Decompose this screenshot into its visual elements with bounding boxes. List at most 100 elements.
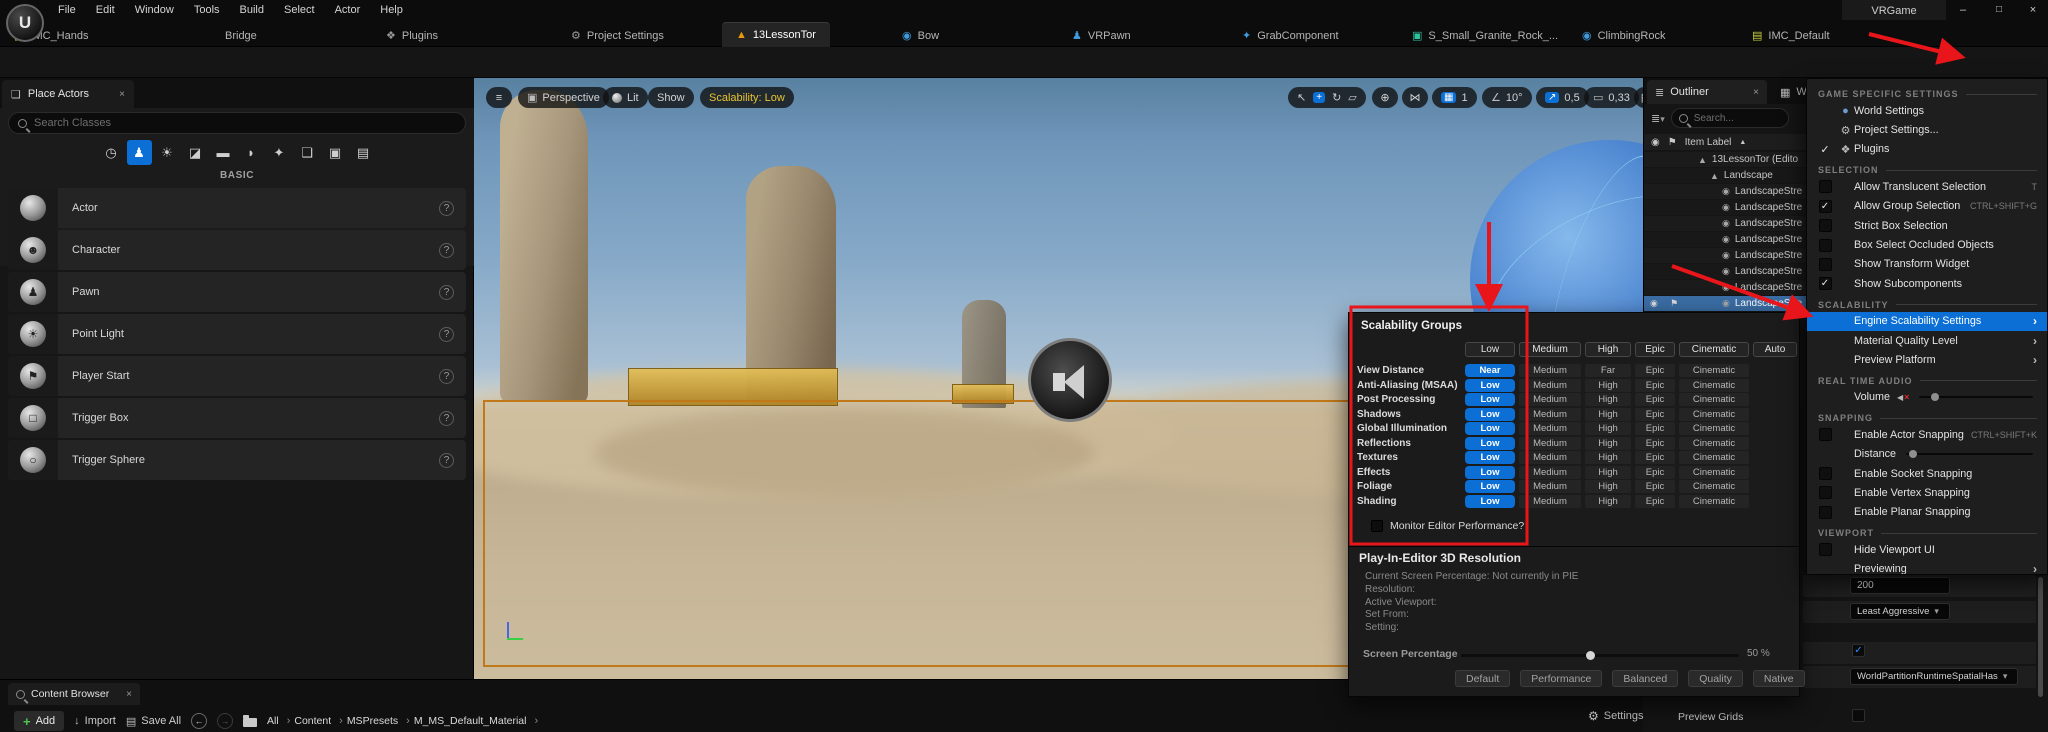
scalability-cell[interactable]: Epic — [1635, 407, 1675, 421]
place-actor-item[interactable]: ○ Trigger Sphere ? — [8, 440, 466, 480]
move-tool-icon[interactable]: + — [1313, 92, 1326, 103]
settings-menu-item[interactable]: ✓ Enable Actor Snapping × CTRL+SHIFT+K — [1807, 425, 2047, 444]
world-space-toggle[interactable]: ⊕ — [1372, 87, 1398, 108]
scalability-cell[interactable]: Medium — [1519, 436, 1581, 450]
checkbox[interactable] — [1818, 486, 1832, 500]
outliner-search-input[interactable]: Search... — [1670, 108, 1789, 128]
document-tab[interactable]: ▣ S_Small_Granite_Rock_... — [1398, 24, 1572, 47]
scalability-cell[interactable]: High — [1585, 407, 1631, 421]
scalability-cell[interactable]: Epic — [1635, 480, 1675, 493]
scalability-cell[interactable]: Epic — [1635, 451, 1675, 464]
visibility-column-icon[interactable]: ◉ — [1651, 137, 1660, 148]
outliner-tab[interactable]: ≣ Outliner × — [1647, 80, 1767, 104]
checkbox[interactable] — [1818, 180, 1832, 194]
scalability-cell[interactable]: Low — [1465, 436, 1515, 450]
eye-icon[interactable] — [1650, 298, 1658, 309]
menu-item[interactable]: Window — [125, 0, 184, 20]
scalability-cell[interactable]: High — [1585, 378, 1631, 392]
scalability-cell[interactable]: Cinematic — [1679, 465, 1749, 479]
menu-item[interactable]: Tools — [184, 0, 230, 20]
help-icon[interactable]: ? — [439, 452, 454, 468]
checkbox[interactable] — [1818, 277, 1832, 291]
scalability-preset-button[interactable]: Low — [1465, 342, 1515, 357]
lit-mode-dropdown[interactable]: Lit — [603, 87, 648, 108]
viewport-menu-button[interactable]: ≡ — [486, 87, 512, 108]
monitor-performance-row[interactable]: Monitor Editor Performance? — [1371, 520, 1524, 532]
scalability-cell[interactable]: Medium — [1519, 407, 1581, 421]
settings-menu-item[interactable]: ✓ Engine Scalability Settings × — [1807, 311, 2047, 331]
checkbox[interactable] — [1818, 199, 1832, 213]
settings-menu-item[interactable]: ✓ Show Transform Widget × — [1807, 255, 2047, 274]
scalability-cell[interactable]: High — [1585, 465, 1631, 479]
checkbox[interactable] — [1818, 257, 1832, 271]
checkbox[interactable] — [1818, 428, 1832, 442]
checkbox-empty[interactable] — [1371, 520, 1383, 532]
pin-column-icon[interactable]: ⚑ — [1668, 137, 1677, 148]
settings-menu-item[interactable]: ✓ Box Select Occluded Objects × — [1807, 235, 2047, 254]
document-tab[interactable]: ❖ Plugins — [372, 24, 452, 47]
place-actors-tab[interactable]: ❏ Place Actors × — [2, 80, 134, 108]
settings-menu-item[interactable]: ✓ ● World Settings × — [1807, 101, 2047, 120]
settings-menu-item[interactable]: ✓ Allow Translucent Selection × T — [1807, 177, 2047, 196]
pie-preset-button[interactable]: Default — [1455, 670, 1511, 687]
scalability-cell[interactable]: Epic — [1635, 494, 1675, 508]
scale-snap-control[interactable]: ↗ 0,5 — [1536, 87, 1589, 108]
scalability-cell[interactable]: Epic — [1635, 364, 1675, 377]
scalability-cell[interactable]: Medium — [1519, 393, 1581, 406]
transform-gizmo[interactable] — [503, 622, 527, 646]
scale-tool-icon[interactable]: ▱ — [1348, 91, 1356, 104]
place-actor-item[interactable]: □ Trigger Box ? — [8, 398, 466, 438]
scalability-cell[interactable]: Low — [1465, 393, 1515, 406]
forward-button[interactable]: → — [217, 713, 234, 729]
checkbox[interactable] — [1818, 505, 1832, 519]
unreal-logo-icon[interactable]: U — [6, 4, 44, 42]
add-button[interactable]: Add — [14, 711, 65, 731]
close-icon[interactable]: × — [126, 689, 132, 700]
settings-menu-item[interactable]: ✓ Volume × — [1807, 388, 2047, 407]
world-partition-dropdown[interactable]: WorldPartitionRuntimeSpatialHas ▾ — [1850, 668, 2018, 685]
scalability-cell[interactable]: Low — [1465, 378, 1515, 392]
scalability-cell[interactable]: Low — [1465, 465, 1515, 479]
actor-category-button[interactable]: ▣ — [323, 140, 348, 165]
scalability-cell[interactable]: High — [1585, 422, 1631, 435]
scalability-preset-button[interactable]: Cinematic — [1679, 342, 1749, 357]
settings-menu-item[interactable]: ✓ ❖ Plugins × — [1807, 140, 2047, 159]
content-browser-tab[interactable]: Content Browser × — [8, 683, 140, 705]
slider[interactable] — [1906, 450, 2033, 459]
menu-item[interactable]: File — [48, 0, 86, 20]
scalability-preset-button[interactable]: Medium — [1519, 342, 1581, 357]
scalability-cell[interactable]: Epic — [1635, 436, 1675, 450]
settings-menu-item[interactable]: ✓ Previewing × — [1807, 559, 2047, 574]
document-tab[interactable]: ◉ ClimbingRock — [1568, 24, 1679, 47]
pie-preset-button[interactable]: Performance — [1520, 670, 1603, 687]
settings-menu-item[interactable]: ✓ Enable Socket Snapping × — [1807, 464, 2047, 483]
checkbox[interactable] — [1818, 543, 1832, 557]
scalability-cell[interactable]: Epic — [1635, 422, 1675, 435]
menu-item[interactable]: Select — [274, 0, 325, 20]
screen-percentage-slider[interactable] — [1461, 651, 1739, 660]
numeric-field[interactable]: 200 — [1850, 577, 1950, 594]
scalability-cell[interactable]: Medium — [1519, 465, 1581, 479]
help-icon[interactable]: ? — [439, 410, 454, 426]
close-button[interactable]: × — [2018, 0, 2048, 20]
help-icon[interactable]: ? — [439, 242, 454, 258]
document-tab[interactable]: ⚙ Project Settings — [557, 24, 725, 47]
surface-snap-toggle[interactable]: ⋈ — [1402, 87, 1428, 108]
pin-icon[interactable] — [1670, 298, 1678, 309]
actor-category-button[interactable]: ◪ — [183, 140, 208, 165]
actor-category-button[interactable]: ✦ — [267, 140, 292, 165]
restore-button[interactable]: □ — [1984, 0, 2014, 20]
place-actor-item[interactable]: ☻ Character ? — [8, 230, 466, 270]
scalability-cell[interactable]: Medium — [1519, 480, 1581, 493]
place-actor-item[interactable]: ⚑ Player Start ? — [8, 356, 466, 396]
scalability-cell[interactable]: High — [1585, 480, 1631, 493]
place-actor-item[interactable]: Actor ? — [8, 188, 466, 228]
scalability-cell[interactable]: Cinematic — [1679, 480, 1749, 493]
audio-emitter-gizmo[interactable] — [1028, 338, 1112, 422]
scalability-cell[interactable]: High — [1585, 393, 1631, 406]
scalability-cell[interactable]: Low — [1465, 422, 1515, 435]
breadcrumb-item[interactable]: All — [267, 715, 290, 727]
actor-category-button[interactable]: ▤ — [351, 140, 376, 165]
back-button[interactable]: ← — [191, 713, 208, 729]
search-classes-input[interactable]: Search Classes — [8, 112, 466, 134]
